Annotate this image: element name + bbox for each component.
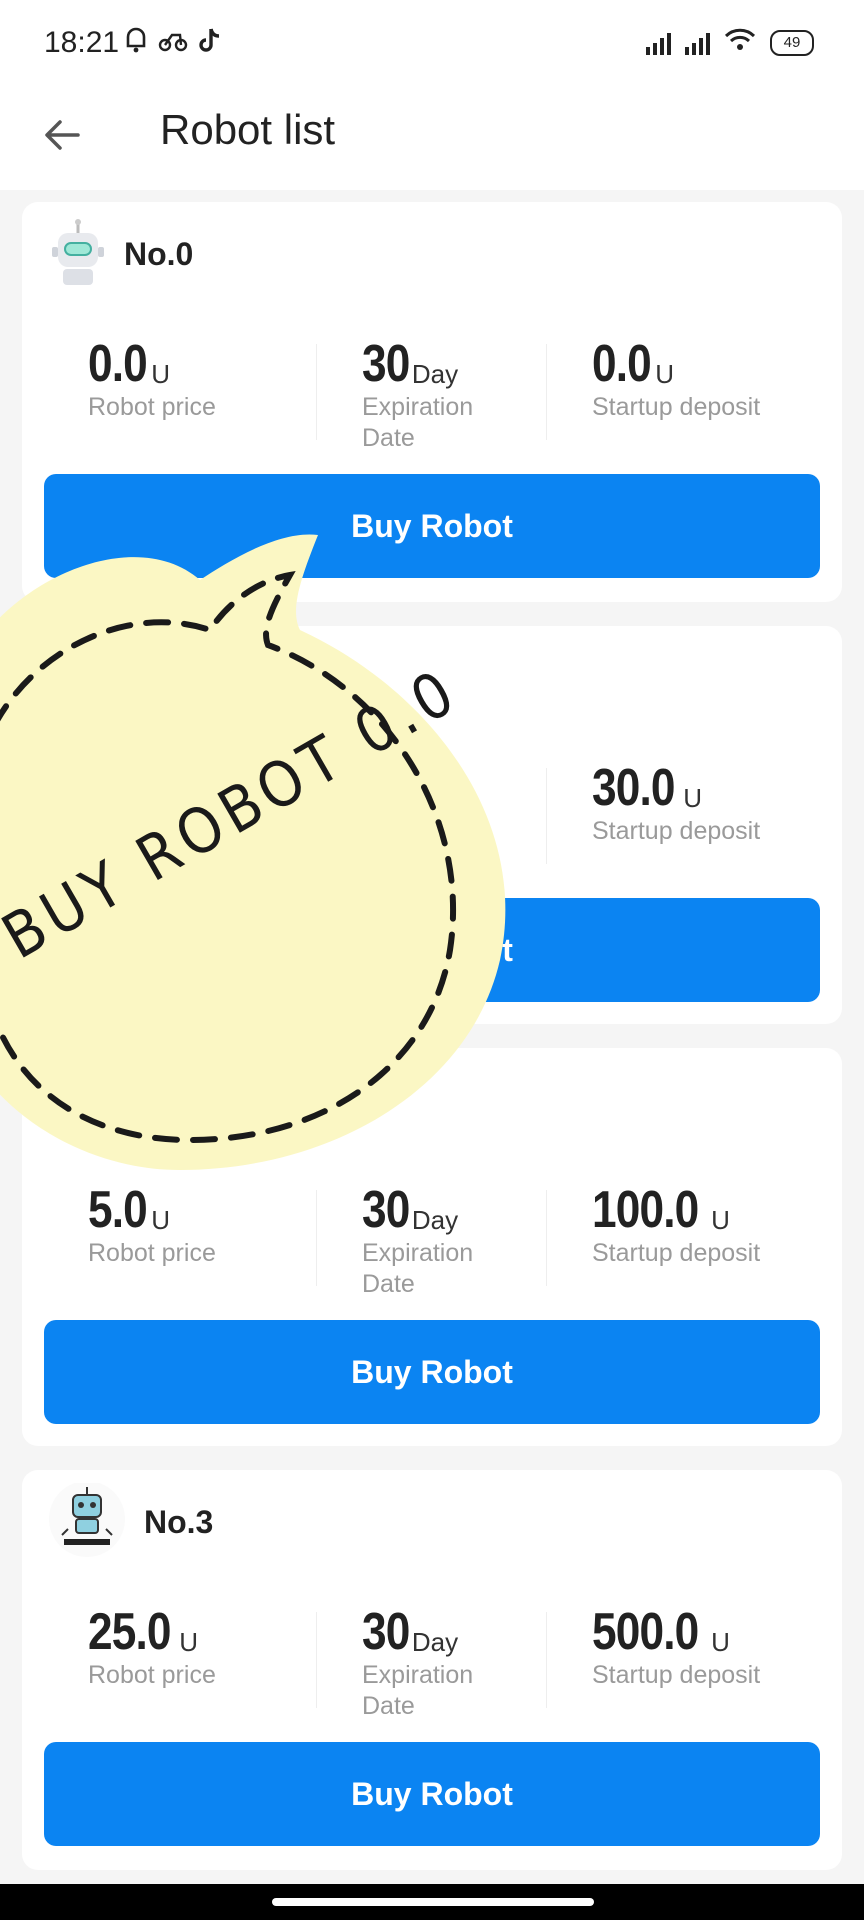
robot-card-header: No.3: [44, 1483, 214, 1557]
divider: [316, 1612, 317, 1708]
day-label: Day: [411, 1205, 459, 1235]
stat-startup-deposit: 0.0 U Startup deposit: [592, 338, 760, 423]
battery-icon: 49: [770, 29, 814, 56]
robot-card: No.3 25.0 U Robot price 30 Day Expiration …: [22, 1470, 842, 1870]
status-bar: 18:21 49: [0, 0, 864, 88]
expiration-value: 30: [362, 1603, 410, 1661]
notification-bell-icon: [124, 26, 148, 63]
robot-icon: [46, 219, 110, 286]
day-label: Day: [411, 359, 459, 389]
buy-robot-button[interactable]: Buy Robot: [44, 1320, 820, 1424]
startup-deposit-value: 500.0: [592, 1603, 699, 1661]
robot-card-header: No.0: [46, 219, 194, 286]
stat-robot-price: 25.0 U Robot price: [88, 1606, 216, 1691]
stat-startup-deposit: 500.0 U Startup deposit: [592, 1606, 760, 1691]
startup-deposit-value: 0.0: [592, 335, 652, 393]
robot-price-label: Robot price: [88, 1661, 216, 1689]
unit-label: U: [179, 1627, 198, 1657]
expiration-label-line1: Expiration: [362, 393, 474, 421]
tiktok-icon: [198, 26, 222, 63]
robot-icon: [44, 1483, 130, 1557]
stat-expiration: 30 Day Expiration Date: [362, 1606, 473, 1722]
divider: [316, 1190, 317, 1286]
startup-deposit-label: Startup deposit: [592, 393, 761, 421]
robot-price-label: Robot price: [88, 393, 216, 421]
unit-label: U: [151, 359, 171, 389]
stat-startup-deposit: 30.0 U Startup deposit: [592, 762, 760, 847]
stat-robot-price: 0.0 U Robot price: [88, 338, 216, 423]
scooter-app-icon: [158, 27, 188, 62]
expiration-label-line1: Expiration: [362, 1239, 474, 1267]
buy-robot-button[interactable]: Buy Robot: [44, 1742, 820, 1846]
expiration-value: 30: [362, 335, 410, 393]
page-title: Robot list: [160, 106, 336, 153]
home-indicator[interactable]: [272, 1898, 594, 1906]
unit-label: U: [683, 783, 702, 813]
wifi-icon: [724, 28, 756, 57]
robot-stats: 5.0 U Robot price 30 Day Expiration Date 1…: [22, 1184, 842, 1304]
app-header: Robot list: [0, 88, 864, 190]
startup-deposit-label: Startup deposit: [592, 1239, 761, 1267]
startup-deposit-value: 30.0: [592, 759, 675, 817]
startup-deposit-value: 100.0: [592, 1181, 699, 1239]
divider: [546, 344, 547, 440]
robot-name: No.3: [144, 1503, 214, 1540]
expiration-label-line1: Expiration: [362, 1661, 474, 1689]
startup-deposit-label: Startup deposit: [592, 1661, 761, 1689]
unit-label: U: [655, 359, 675, 389]
expiration-label-line2: Date: [362, 424, 415, 452]
startup-deposit-label: Startup deposit: [592, 817, 761, 845]
unit-label: U: [151, 1205, 171, 1235]
expiration-label-line2: Date: [362, 1692, 415, 1720]
signal-2-icon: [685, 31, 710, 55]
status-indicators: 49: [646, 28, 814, 57]
divider: [316, 344, 317, 440]
robot-price-label: Robot price: [88, 1239, 216, 1267]
expiration-label-line2: Date: [362, 1270, 415, 1298]
robot-price-value: 25.0: [88, 1603, 171, 1661]
unit-label: U: [711, 1627, 730, 1657]
divider: [546, 1612, 547, 1708]
stat-startup-deposit: 100.0 U Startup deposit: [592, 1184, 760, 1269]
day-label: Day: [411, 1627, 459, 1657]
unit-label: U: [711, 1205, 730, 1235]
stat-expiration: 30 Day Expiration Date: [362, 338, 473, 454]
robot-name: No.0: [124, 235, 194, 272]
robot-stats: 0.0 U Robot price 30 Day Expiration Date 0…: [22, 338, 842, 458]
status-time: 18:21: [44, 26, 120, 59]
divider: [546, 768, 547, 864]
back-arrow-icon[interactable]: [38, 110, 88, 160]
robot-stats: 25.0 U Robot price 30 Day Expiration Date …: [22, 1606, 842, 1726]
signal-1-icon: [646, 31, 671, 55]
notification-icons: [124, 26, 222, 63]
divider: [546, 1190, 547, 1286]
robot-price-value: 0.0: [88, 335, 148, 393]
stat-expiration: 30 Day Expiration Date: [362, 1184, 473, 1300]
